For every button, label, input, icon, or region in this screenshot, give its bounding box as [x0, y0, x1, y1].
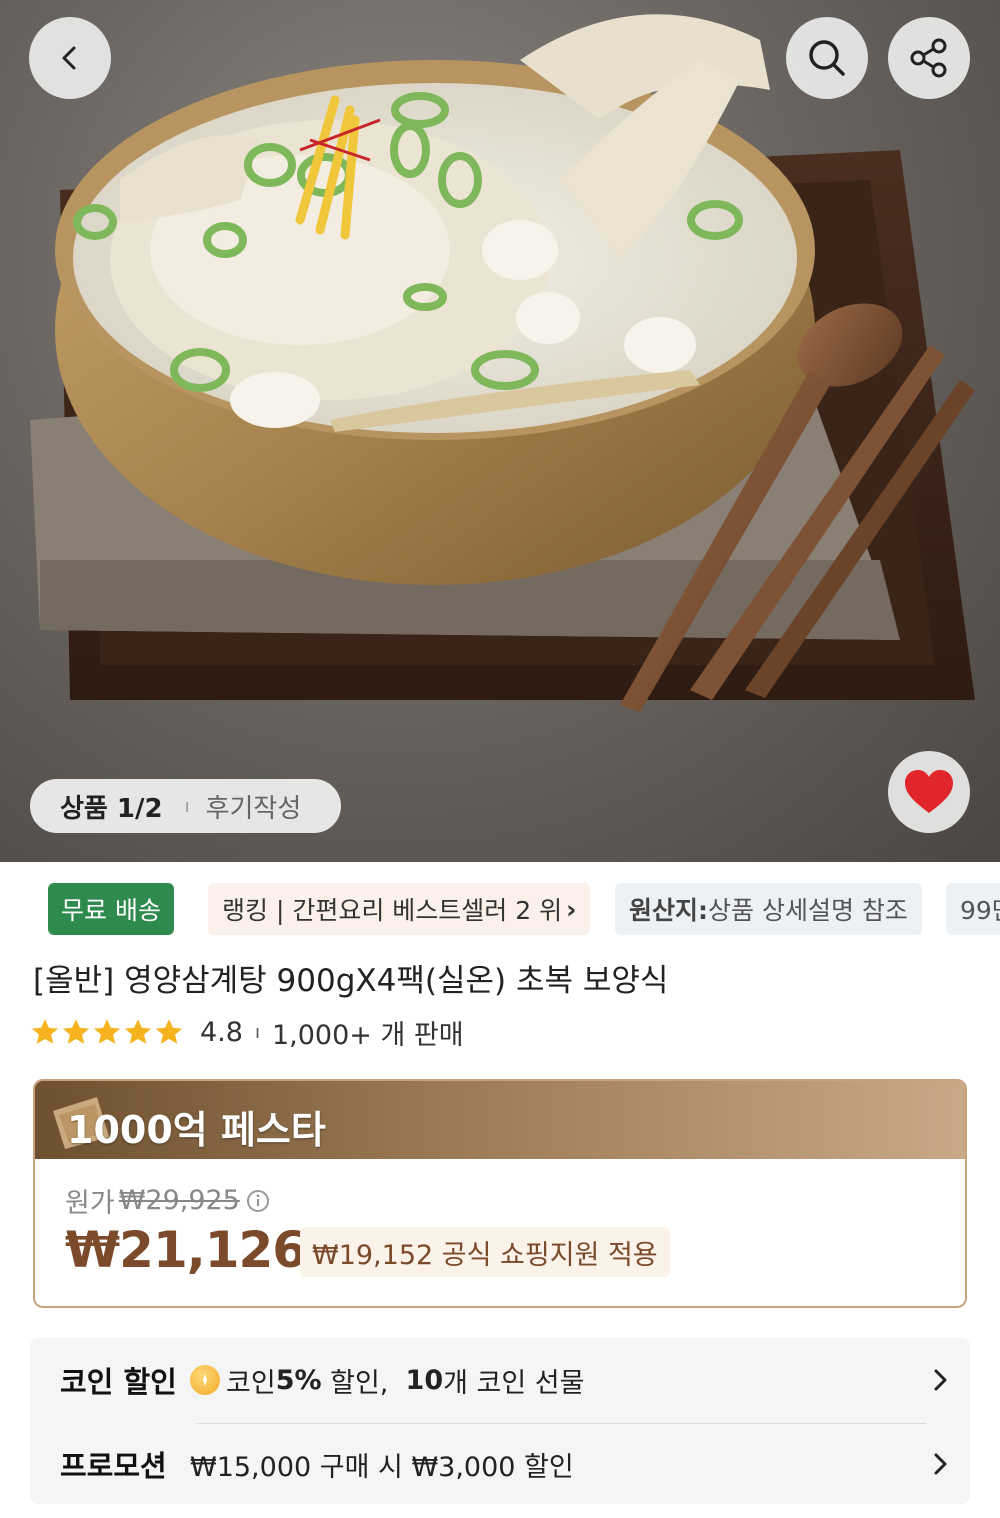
search-icon	[809, 40, 845, 76]
favorite-button[interactable]	[888, 751, 970, 833]
coin-percent: 5%	[275, 1364, 322, 1396]
sold-count: 1,000+ 개 판매	[271, 1019, 464, 1051]
extra-tag: 99만	[946, 883, 1000, 935]
rating-row[interactable]: 4.8 ı 1,000+ 개 판매	[30, 1012, 464, 1052]
search-button[interactable]	[786, 17, 868, 99]
image-counter-pill: 상품 1/2 ı 후기작성	[30, 779, 341, 833]
chevron-right-icon: ›	[566, 894, 577, 924]
free-shipping-badge: 무료 배송	[48, 883, 174, 935]
tag-row: 무료 배송 랭킹 | 간편요리 베스트셀러 2 위 › 원산지: 상품 상세설명…	[0, 883, 1000, 937]
coin-text-2: 할인,	[321, 1367, 406, 1399]
original-price-label: 원가	[65, 1188, 115, 1219]
promotion-label: 프로모션	[60, 1449, 167, 1483]
star-icon	[93, 1019, 121, 1044]
rating-value: 4.8	[200, 1016, 243, 1048]
promotion-box: 코인 할인 코인 5% 할인, 10 개 코인 선물 프로모션 ₩15,000 …	[30, 1338, 970, 1504]
ranking-text: 랭킹 | 간편요리 베스트셀러 2 위	[222, 896, 563, 925]
share-button[interactable]	[888, 17, 970, 99]
promo-divider	[196, 1423, 926, 1424]
promotion-row[interactable]: 프로모션 ₩15,000 구매 시 ₩3,000 할인	[60, 1434, 947, 1494]
origin-tag: 원산지: 상품 상세설명 참조	[615, 883, 922, 935]
rating-separator: ı	[254, 1021, 260, 1043]
samgyetang-photo	[30, 14, 975, 712]
star-icon	[31, 1019, 59, 1044]
original-price-row: 원가 ₩29,925	[65, 1181, 270, 1220]
shopping-support-badge: ₩19,152 공식 쇼핑지원 적용	[300, 1227, 670, 1277]
heart-icon	[905, 770, 953, 813]
coin-discount-label: 코인 할인	[60, 1365, 177, 1399]
price-box: 1000억 페스타 원가 ₩29,925 ₩21,126 ₩19,152 공식 …	[33, 1079, 967, 1308]
promotion-text: ₩15,000 구매 시 ₩3,000 할인	[190, 1451, 574, 1483]
original-price: ₩29,925	[118, 1185, 240, 1216]
star-icon	[62, 1019, 90, 1044]
origin-label: 원산지:	[629, 896, 708, 925]
coin-text: 코인	[226, 1367, 276, 1399]
festa-title: 1000억 페스타	[67, 1108, 326, 1152]
coin-icon	[190, 1365, 220, 1395]
product-title: [올반] 영양삼계탕 900gX4팩(실온) 초복 보양식	[33, 963, 669, 999]
product-image[interactable]: 상품 1/2 ı 후기작성	[0, 0, 1000, 862]
ranking-tag[interactable]: 랭킹 | 간편요리 베스트셀러 2 위 ›	[208, 883, 591, 935]
chevron-right-icon	[934, 1369, 947, 1391]
origin-value: 상품 상세설명 참조	[708, 896, 908, 925]
coin-discount-row[interactable]: 코인 할인 코인 5% 할인, 10 개 코인 선물	[60, 1350, 947, 1410]
image-counter: 상품 1/2	[60, 793, 163, 824]
star-icon	[155, 1019, 183, 1044]
share-icon	[910, 38, 947, 78]
info-icon[interactable]	[246, 1189, 270, 1213]
coin-count: 10	[405, 1364, 444, 1396]
write-review-link[interactable]: 후기작성	[206, 788, 302, 825]
festa-banner: 1000억 페스타	[35, 1081, 965, 1159]
chevron-right-icon	[934, 1453, 947, 1475]
star-icon	[124, 1019, 152, 1044]
coin-text-3: 개 코인 선물	[443, 1367, 585, 1399]
back-button[interactable]	[29, 17, 111, 99]
chevron-left-icon	[62, 46, 76, 70]
star-rating	[30, 1018, 184, 1046]
pill-separator: ı	[184, 795, 190, 817]
sale-price: ₩21,126	[65, 1221, 307, 1279]
